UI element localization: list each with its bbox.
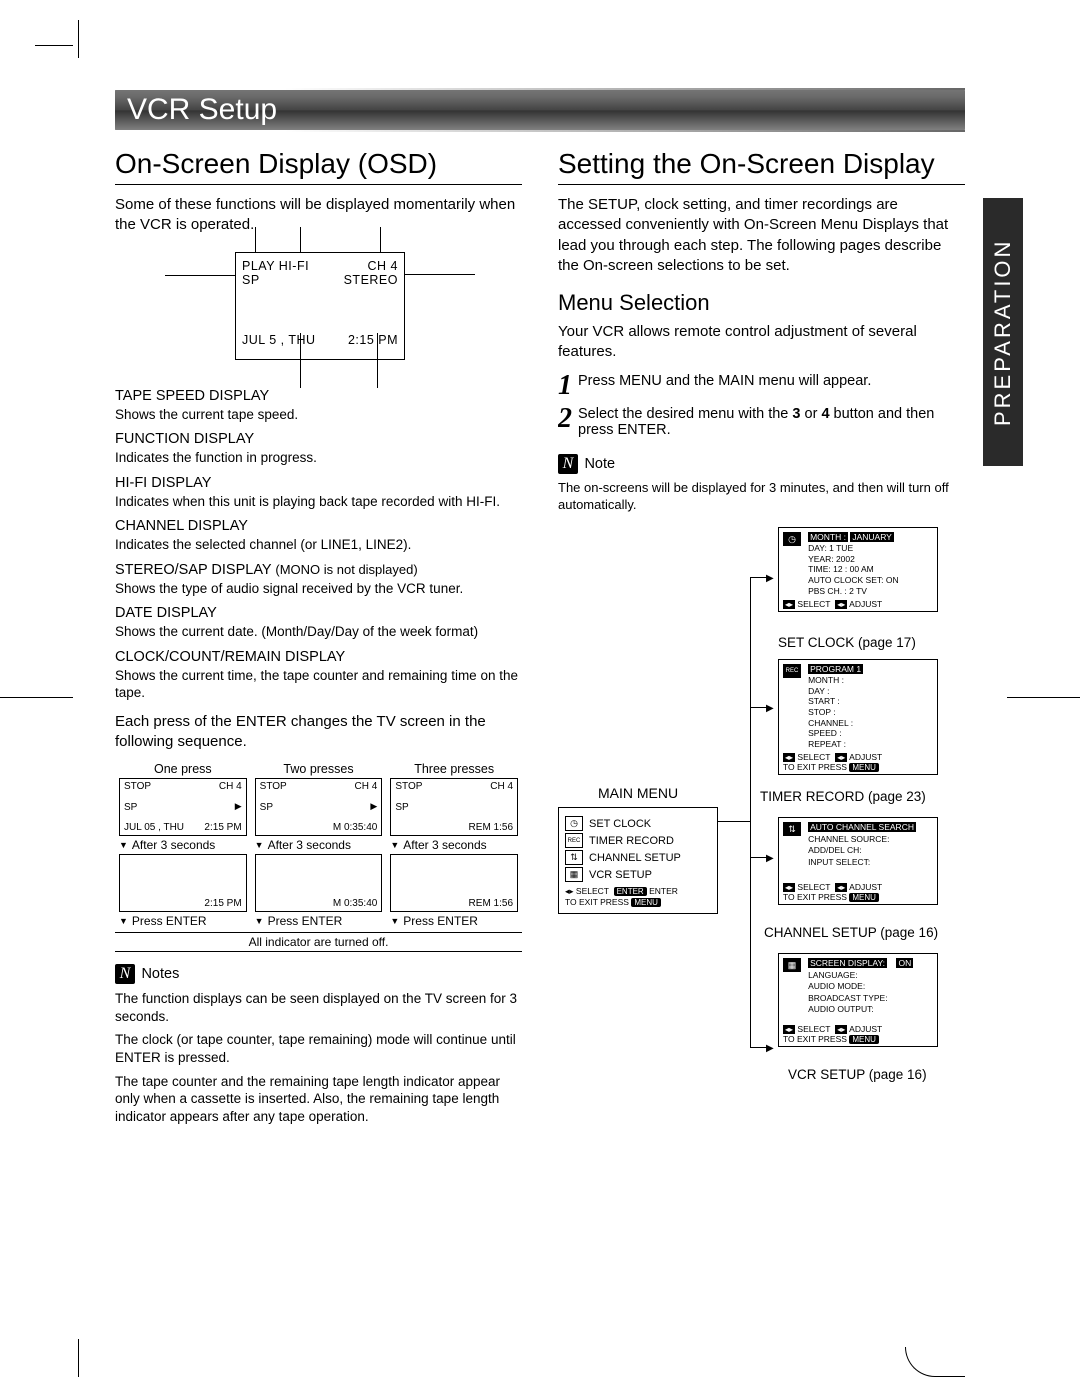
vcr-setup-block: ▦ SCREEN DISPLAY: ON LANGUAGE: AUDIO MOD… bbox=[778, 953, 938, 1046]
def-tape-speed: TAPE SPEED DISPLAY bbox=[115, 388, 522, 404]
def-stereo-sap: STEREO/SAP DISPLAY (MONO is not displaye… bbox=[115, 562, 522, 578]
all-off-caption: All indicator are turned off. bbox=[115, 932, 522, 952]
note-icon: N bbox=[115, 964, 135, 984]
def-clock-count: CLOCK/COUNT/REMAIN DISPLAY bbox=[115, 649, 522, 665]
crop-mark bbox=[78, 1339, 79, 1377]
channel-setup-caption: CHANNEL SETUP (page 16) bbox=[764, 925, 938, 940]
setting-osd-intro: The SETUP, clock setting, and timer reco… bbox=[558, 195, 965, 276]
rec-icon: REC bbox=[783, 664, 801, 678]
antenna-icon: ⇅ bbox=[783, 822, 801, 836]
page-corner-mark bbox=[905, 1347, 965, 1377]
def-function: FUNCTION DISPLAY bbox=[115, 431, 522, 447]
crop-mark bbox=[35, 45, 73, 46]
menu-selection-intro: Your VCR allows remote control adjustmen… bbox=[558, 322, 965, 363]
osd-channel: CH 4 bbox=[368, 259, 398, 273]
timer-record-caption: TIMER RECORD (page 23) bbox=[760, 789, 926, 804]
step-1: 1 Press MENU and the MAIN menu will appe… bbox=[558, 373, 965, 398]
crop-mark bbox=[78, 20, 79, 58]
press-headers: One press Two presses Three presses bbox=[115, 762, 522, 776]
osd-illustration: PLAY HI-FI CH 4 SP STEREO JUL 5 , THU 2:15 … bbox=[195, 252, 445, 360]
set-clock-block: ◷ MONTH : JANUARY DAY: 1 TUE YEAR: 2002 … bbox=[778, 527, 938, 612]
channel-setup-block: ⇅ AUTO CHANNEL SEARCH CHANNEL SOURCE: AD… bbox=[778, 817, 938, 905]
set-clock-caption: SET CLOCK (page 17) bbox=[778, 635, 916, 650]
osd-definitions: TAPE SPEED DISPLAY Shows the current tap… bbox=[115, 388, 522, 702]
osd-speed: SP bbox=[242, 273, 260, 287]
timer-record-block: REC PROGRAM 1 MONTH : DAY : START : STOP… bbox=[778, 659, 938, 775]
osd-one-press: STOPCH 4 SP JUL 05 , THU2:15 PM bbox=[119, 778, 247, 836]
menu-item-set-clock: SET CLOCK bbox=[565, 816, 711, 831]
step-number-2: 2 bbox=[558, 406, 572, 431]
rec-icon bbox=[565, 833, 583, 848]
menu-item-vcr-setup: VCR SETUP bbox=[565, 867, 711, 882]
crop-mark bbox=[1007, 697, 1080, 698]
vcr-setup-caption: VCR SETUP (page 16) bbox=[788, 1067, 927, 1082]
osd-time: 2:15 PM bbox=[348, 333, 398, 347]
osd-three-presses: STOPCH 4 SP REM 1:56 bbox=[390, 778, 518, 836]
vcr-icon: ▦ bbox=[783, 958, 801, 972]
note-icon: N bbox=[558, 454, 578, 474]
note-block: N Note The on-screens will be displayed … bbox=[558, 454, 965, 514]
main-menu-block: SET CLOCK TIMER RECORD CHANNEL SETUP VCR… bbox=[558, 807, 718, 914]
def-hifi: HI-FI DISPLAY bbox=[115, 475, 522, 491]
main-menu-label: MAIN MENU bbox=[598, 785, 678, 801]
vcr-icon bbox=[565, 867, 583, 882]
osd-two-presses: STOPCH 4 SP M 0:35:40 bbox=[255, 778, 383, 836]
osd-func: PLAY HI-FI bbox=[242, 259, 309, 273]
step-number-1: 1 bbox=[558, 373, 572, 398]
step-2: 2 Select the desired menu with the 3 or … bbox=[558, 406, 965, 438]
enter-sequence-intro: Each press of the ENTER changes the TV s… bbox=[115, 712, 522, 753]
menu-item-timer-record: TIMER RECORD bbox=[565, 833, 711, 848]
crop-mark bbox=[0, 697, 73, 698]
def-channel: CHANNEL DISPLAY bbox=[115, 518, 522, 534]
setting-osd-heading: Setting the On-Screen Display bbox=[558, 148, 965, 185]
menu-selection-heading: Menu Selection bbox=[558, 290, 965, 316]
left-column: On-Screen Display (OSD) Some of these fu… bbox=[115, 148, 522, 1131]
osd-heading: On-Screen Display (OSD) bbox=[115, 148, 522, 185]
osd-stereo: STEREO bbox=[344, 273, 398, 287]
page-title-bar: VCR Setup bbox=[115, 88, 965, 132]
right-column: Setting the On-Screen Display The SETUP,… bbox=[558, 148, 965, 1131]
menu-item-channel-setup: CHANNEL SETUP bbox=[565, 850, 711, 865]
clock-icon bbox=[565, 816, 583, 831]
menu-diagram: MAIN MENU SET CLOCK TIMER RECORD CHANNEL… bbox=[558, 527, 965, 1087]
antenna-icon bbox=[565, 850, 583, 865]
notes-block: N Notes The function displays can be see… bbox=[115, 964, 522, 1125]
osd-intro: Some of these functions will be displaye… bbox=[115, 195, 522, 236]
def-date: DATE DISPLAY bbox=[115, 605, 522, 621]
page-title: VCR Setup bbox=[127, 93, 277, 126]
osd-date: JUL 5 , THU bbox=[242, 333, 316, 347]
clock-icon: ◷ bbox=[783, 532, 801, 546]
section-tab-preparation: PREPARATION bbox=[983, 198, 1023, 466]
page-content: VCR Setup PREPARATION On-Screen Display … bbox=[115, 88, 965, 1337]
